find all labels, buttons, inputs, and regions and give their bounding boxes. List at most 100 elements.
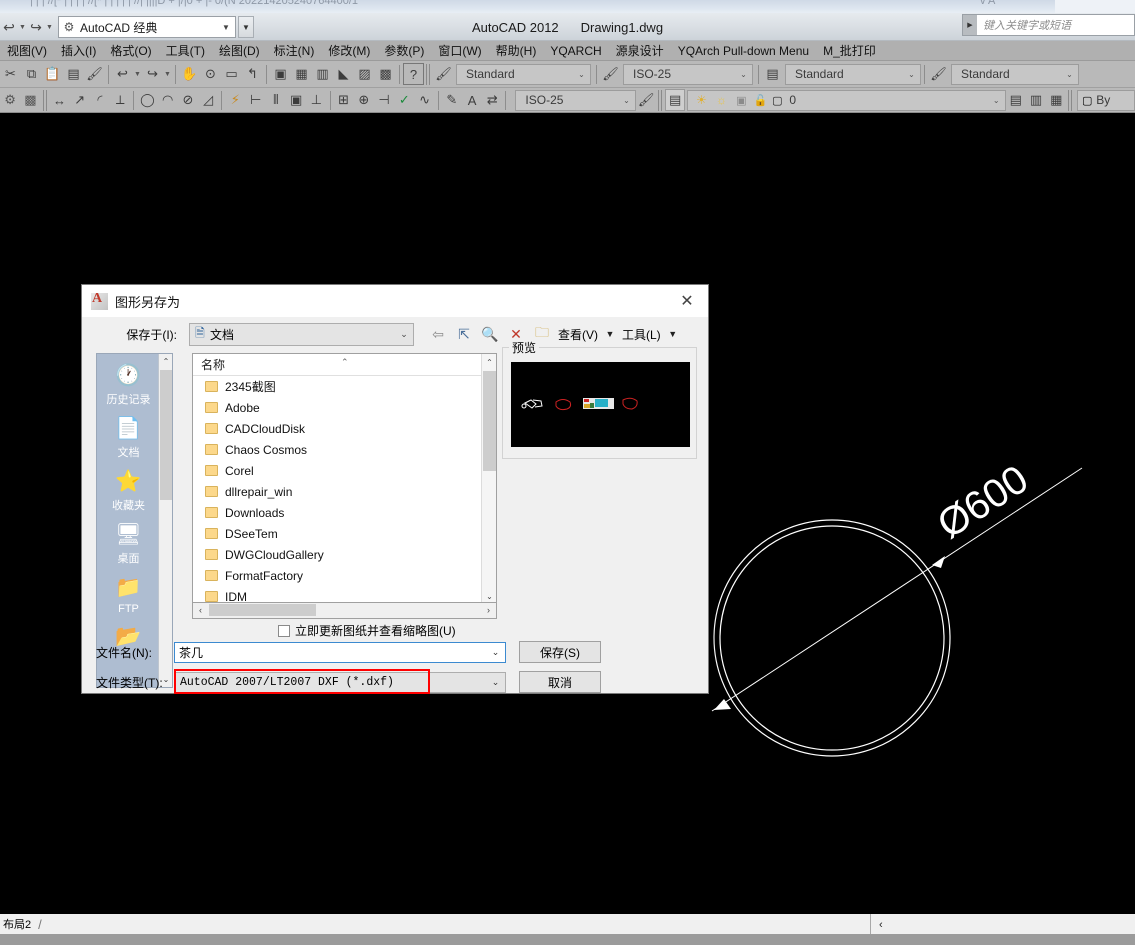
- inspection-icon[interactable]: ⊣: [374, 89, 394, 111]
- menu-modify[interactable]: 修改(M): [321, 41, 377, 61]
- file-list-item[interactable]: Adobe: [193, 397, 496, 418]
- jogged-linear-icon[interactable]: ✓: [394, 89, 414, 111]
- undo-icon[interactable]: ↩: [112, 63, 133, 85]
- calculator-icon[interactable]: ▩: [375, 63, 396, 85]
- menu-batch-plot[interactable]: M_批打印: [816, 41, 883, 61]
- tool-palettes-icon[interactable]: ▥: [312, 63, 333, 85]
- text-style-icon[interactable]: 🖌: [433, 63, 454, 85]
- layer-properties-icon[interactable]: ▤: [665, 89, 686, 111]
- linear-dimension-icon[interactable]: ↔: [49, 89, 69, 111]
- dimension-update-icon[interactable]: A: [462, 89, 482, 111]
- scroll-up-icon[interactable]: ⌃: [482, 354, 496, 370]
- file-list-item[interactable]: DWGCloudGallery: [193, 544, 496, 565]
- cancel-button[interactable]: 取消: [519, 671, 601, 693]
- filetype-combo[interactable]: AutoCAD 2007/LT2007 DXF (*.dxf) ⌄: [174, 671, 506, 693]
- dimension-text-edit-icon[interactable]: ✎: [442, 89, 462, 111]
- paste-icon[interactable]: 📋: [42, 63, 63, 85]
- redo-dropdown-icon[interactable]: ▼: [163, 63, 172, 85]
- menu-view[interactable]: 视图(V): [0, 41, 54, 61]
- layer-states-icon[interactable]: ▦: [1046, 89, 1066, 111]
- aligned-dimension-icon[interactable]: ↗: [70, 89, 90, 111]
- undo-dropdown-icon[interactable]: ▼: [133, 63, 142, 85]
- command-line-collapse-icon[interactable]: ‹: [871, 919, 883, 931]
- center-mark-icon[interactable]: ⊕: [354, 89, 374, 111]
- places-scrollbar[interactable]: ⌃ ⌄: [158, 354, 172, 687]
- copy-icon[interactable]: ⧉: [21, 63, 42, 85]
- zoom-realtime-icon[interactable]: ⊙: [200, 63, 221, 85]
- view-menu-caret-icon[interactable]: ▼: [601, 329, 619, 339]
- tools-menu-caret-icon[interactable]: ▼: [664, 329, 682, 339]
- save-in-combo[interactable]: 🗎 文档 ⌄: [189, 322, 414, 346]
- view-menu[interactable]: 查看(V): [555, 322, 601, 346]
- scroll-up-icon[interactable]: ⌃: [159, 354, 172, 369]
- chevron-down-icon[interactable]: ⌄: [903, 70, 920, 79]
- properties-icon[interactable]: ▣: [270, 63, 291, 85]
- layer-on-icon[interactable]: ☀: [691, 93, 711, 107]
- file-list-horizontal-scrollbar[interactable]: ‹ ›: [192, 603, 497, 619]
- menu-yqarch[interactable]: YQARCH: [543, 41, 608, 61]
- column-header-name[interactable]: 名称: [193, 356, 225, 373]
- file-list-item[interactable]: CADCloudDisk: [193, 418, 496, 439]
- tolerance-icon[interactable]: ⊞: [333, 89, 353, 111]
- dimension-reassociate-icon[interactable]: ⇄: [482, 89, 502, 111]
- menu-window[interactable]: 窗口(W): [431, 41, 488, 61]
- color-control-combo[interactable]: ▢ By: [1077, 89, 1135, 111]
- dimension-style-icon[interactable]: 🖌: [600, 63, 621, 85]
- menu-insert[interactable]: 插入(I): [54, 41, 103, 61]
- file-list-vertical-scrollbar[interactable]: ⌃ ⌄: [481, 354, 496, 602]
- update-thumbnail-row[interactable]: 立即更新图纸并查看缩略图(U): [278, 622, 456, 639]
- continue-dimension-icon[interactable]: ⫴: [266, 89, 286, 111]
- file-list-item[interactable]: 2345截图: [193, 376, 496, 397]
- file-list-item[interactable]: FormatFactory: [193, 565, 496, 586]
- text-style-combo[interactable]: Standard ⌄: [456, 63, 591, 85]
- chevron-down-icon[interactable]: ⌄: [988, 96, 1005, 105]
- file-list[interactable]: 名称 ⌃ 2345截图 Adobe CADCloudDisk Chaos Cosmos…: [192, 353, 497, 603]
- chevron-down-icon[interactable]: ⌄: [486, 677, 505, 688]
- file-list-item[interactable]: dllrepair_win: [193, 481, 496, 502]
- zoom-previous-icon[interactable]: ↰: [242, 63, 263, 85]
- dimension-break-icon[interactable]: ⊥: [306, 89, 326, 111]
- file-list-item[interactable]: DSeeTem: [193, 523, 496, 544]
- multileader-style-combo[interactable]: Standard ⌄: [951, 63, 1079, 85]
- paste-special-icon[interactable]: ▤: [63, 63, 84, 85]
- chevron-down-icon[interactable]: ⌄: [1061, 70, 1078, 79]
- search-web-icon[interactable]: 🔍: [477, 322, 503, 346]
- redo-icon[interactable]: ↪: [27, 16, 45, 38]
- menu-yqdesign[interactable]: 源泉设计: [609, 41, 671, 61]
- baseline-dimension-icon[interactable]: ⊢: [246, 89, 266, 111]
- pan-icon[interactable]: ✋: [179, 63, 200, 85]
- layer-make-current-icon[interactable]: ▥: [1026, 89, 1046, 111]
- scroll-left-icon[interactable]: ‹: [193, 603, 208, 617]
- angular-dimension-icon[interactable]: ◿: [198, 89, 218, 111]
- dimension-style-edit-icon[interactable]: 🖌: [636, 89, 656, 111]
- table-style-combo[interactable]: Standard ⌄: [785, 63, 921, 85]
- layer-control-combo[interactable]: ☀ ☼ ▣ 🔓 ▢ 0 ⌄: [687, 89, 1006, 111]
- chevron-down-icon[interactable]: ⌄: [486, 647, 505, 658]
- menu-yqarch-pulldown[interactable]: YQArch Pull-down Menu: [671, 41, 816, 61]
- menu-tools[interactable]: 工具(T): [159, 41, 212, 61]
- dimension-style-control[interactable]: ISO-25 ⌄: [515, 89, 636, 111]
- multileader-style-icon[interactable]: 🖌: [928, 63, 949, 85]
- layout-tab-2[interactable]: 布局2: [0, 914, 36, 934]
- layer-previous-icon[interactable]: ▤: [1006, 89, 1026, 111]
- scrollbar-thumb[interactable]: [160, 370, 172, 500]
- undo-dropdown-icon[interactable]: ▼: [18, 16, 27, 38]
- place-desktop[interactable]: 🖥 桌面: [97, 513, 160, 566]
- workspace-selector[interactable]: ⚙ AutoCAD 经典 ▼: [58, 16, 236, 38]
- diameter-dimension-icon[interactable]: ⊘: [178, 89, 198, 111]
- chevron-down-icon[interactable]: ⌄: [735, 70, 752, 79]
- dimension-style-combo[interactable]: ISO-25 ⌄: [623, 63, 753, 85]
- scroll-right-icon[interactable]: ›: [481, 603, 496, 617]
- tools-menu[interactable]: 工具(L): [619, 322, 664, 346]
- toolbar-grip[interactable]: [1068, 89, 1074, 111]
- chevron-down-icon[interactable]: ⌄: [618, 96, 635, 105]
- up-one-level-icon[interactable]: ⇱: [451, 322, 477, 346]
- back-icon[interactable]: ⇦: [425, 322, 451, 346]
- table-style-icon[interactable]: ▤: [762, 63, 783, 85]
- dimension-edit-icon[interactable]: ∿: [414, 89, 434, 111]
- dialog-titlebar[interactable]: 图形另存为 ✕: [82, 285, 708, 317]
- scrollbar-thumb[interactable]: [209, 604, 316, 616]
- place-history[interactable]: 🕐 历史记录: [97, 354, 160, 407]
- layer-freeze-icon[interactable]: ☼: [711, 93, 731, 107]
- close-icon[interactable]: ✕: [670, 289, 704, 313]
